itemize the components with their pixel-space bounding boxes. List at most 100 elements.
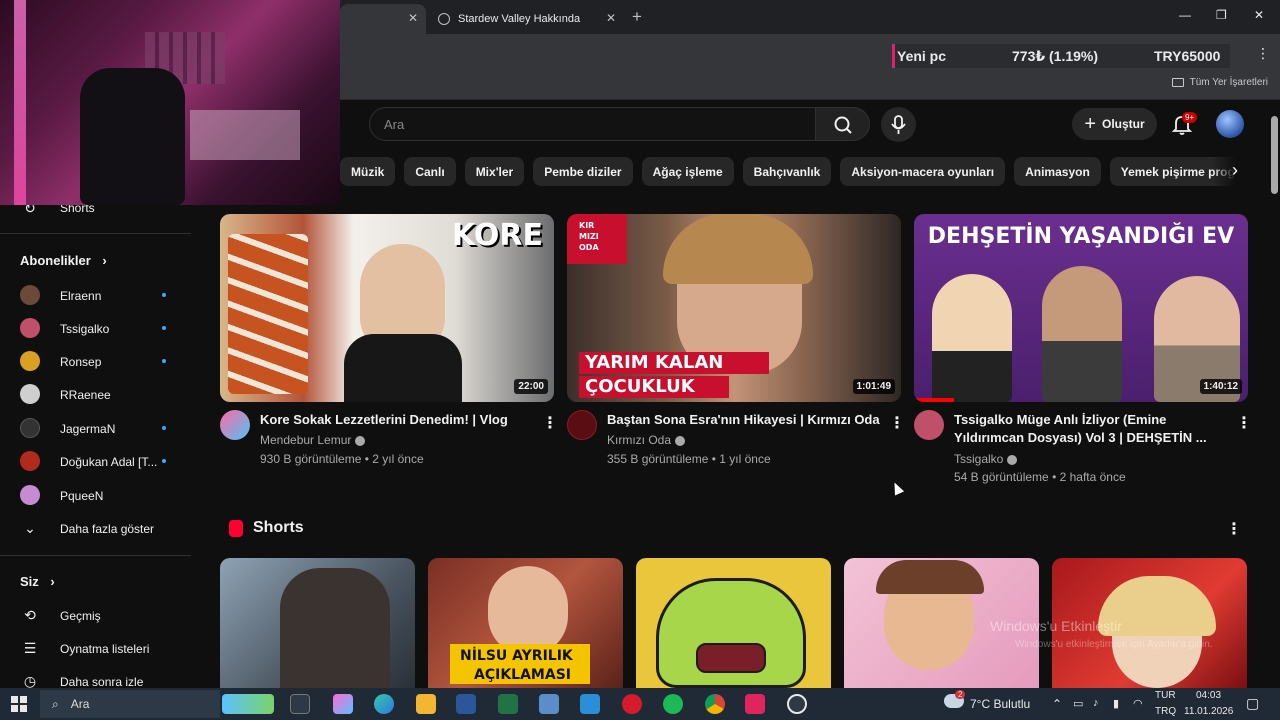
person-2 <box>1042 266 1122 402</box>
channel-name: Tssigalko <box>954 452 1004 466</box>
app-icon[interactable] <box>745 694 765 714</box>
sidebar-item-ronsep[interactable]: Ronsep <box>60 355 101 369</box>
minimize-icon[interactable]: — <box>1179 8 1191 22</box>
video-channel[interactable]: Tssigalko <box>954 452 1018 466</box>
browser-tab-stardew[interactable]: Stardew Valley Hakkında ✕ <box>428 4 624 34</box>
channel-avatar[interactable] <box>914 410 944 440</box>
sidebar-divider <box>0 233 191 234</box>
sidebar-item-dogukan-adal[interactable]: Doğukan Adal [T... <box>60 455 157 469</box>
close-window-icon[interactable]: ✕ <box>1254 8 1264 22</box>
new-content-dot <box>162 293 166 297</box>
sidebar-item-history[interactable]: Geçmiş <box>60 609 101 623</box>
short-thumbnail[interactable] <box>220 558 415 688</box>
webcam-overlay <box>0 0 340 205</box>
word-icon[interactable] <box>456 694 476 714</box>
clock-date[interactable]: 11.01.2026 <box>1184 706 1233 717</box>
chip-pembe-diziler[interactable]: Pembe diziler <box>533 157 633 186</box>
scrollbar-thumb[interactable] <box>1271 116 1278 194</box>
sidebar-item-tssigalko[interactable]: Tssigalko <box>60 322 109 336</box>
sidebar-item-jagerman[interactable]: JagermaN <box>60 422 115 436</box>
obs-icon[interactable] <box>787 694 807 714</box>
video-title[interactable]: Baştan Sona Esra'nın Hikayesi | Kırmızı … <box>607 411 880 429</box>
widgets-icon[interactable] <box>222 694 274 714</box>
avatar <box>20 384 40 404</box>
input-language[interactable]: TUR <box>1155 690 1176 701</box>
sidebar-item-watch-later[interactable]: Daha sonra izle <box>60 675 143 689</box>
account-avatar[interactable] <box>1216 110 1244 138</box>
battery-icon[interactable]: ▭ <box>1073 697 1083 710</box>
short-thumbnail[interactable]: NİLSU AYRILIK AÇIKLAMASI <box>428 558 623 688</box>
chip-agac-isleme[interactable]: Ağaç işleme <box>641 157 734 186</box>
clock-time[interactable]: 04:03 <box>1196 690 1221 701</box>
store-icon[interactable] <box>580 694 600 714</box>
microphone-icon[interactable]: ▮ <box>1113 697 1119 710</box>
video-title[interactable]: Kore Sokak Lezzetlerini Denedim! | Vlog <box>260 411 508 429</box>
video-title-line2[interactable]: Yıldırımcan Dosyası) Vol 3 | DEHŞETİN ..… <box>954 429 1207 447</box>
sidebar-item-elraenn[interactable]: Elraenn <box>60 289 101 303</box>
create-button[interactable]: + Oluştur <box>1072 108 1157 140</box>
video-channel[interactable]: Mendebur Lemur <box>260 433 366 447</box>
calculator-icon[interactable] <box>539 694 559 714</box>
more-options-icon[interactable]: ⋮ <box>542 413 558 433</box>
history-icon: ⟲ <box>24 607 36 623</box>
task-view-icon[interactable] <box>290 694 310 714</box>
chip-mixler[interactable]: Mix'ler <box>464 157 525 186</box>
thumb-title-dehsetin: DEHŞETİN YAŞANDIĞI EV <box>927 224 1235 249</box>
chip-aksiyon-macera[interactable]: Aksiyon-macera oyunları <box>840 157 1006 186</box>
video-thumbnail-kirmizi-oda[interactable]: KIR MIZI ODA YARIM KALAN ÇOCUKLUK 1:01:4… <box>567 214 901 402</box>
sidebar-item-pqueen[interactable]: PqueeN <box>60 489 103 503</box>
opera-icon[interactable] <box>622 694 642 714</box>
more-options-icon[interactable]: ⋮ <box>889 413 905 433</box>
chip-animasyon[interactable]: Animasyon <box>1014 157 1101 186</box>
show-more-button[interactable]: Daha fazla göster <box>60 522 154 536</box>
all-bookmarks-button[interactable]: Tüm Yer İşaretleri <box>1171 77 1268 88</box>
sidebar-item-rraenee[interactable]: RRaenee <box>60 388 111 402</box>
avatar <box>20 485 40 505</box>
chip-canli[interactable]: Canlı <box>404 157 456 186</box>
chip-muzik[interactable]: Müzik <box>340 157 396 186</box>
chevron-right-icon[interactable]: › <box>1232 160 1238 181</box>
taskbar-search[interactable]: ⌕ Ara <box>40 690 220 718</box>
weather-widget[interactable]: 7°C Bulutlu <box>970 697 1030 711</box>
file-explorer-icon[interactable] <box>416 694 436 714</box>
close-tab-icon[interactable]: ✕ <box>408 11 418 25</box>
notification-center-icon[interactable]: ▢ <box>1246 695 1259 712</box>
maximize-icon[interactable]: ❐ <box>1216 8 1227 22</box>
search-icon: ⌕ <box>52 696 59 711</box>
copilot-icon[interactable] <box>333 694 353 714</box>
search-button[interactable] <box>815 107 870 141</box>
video-duration: 22:00 <box>514 379 548 394</box>
browser-tab-active[interactable]: ✕ <box>340 4 426 34</box>
more-options-icon[interactable]: ⋮ <box>1236 413 1252 433</box>
video-thumbnail-dehsetin[interactable]: DEHŞETİN YAŞANDIĞI EV 1:40:12 <box>914 214 1248 402</box>
video-title-line1[interactable]: Tssigalko Müge Anlı İzliyor (Emine <box>954 411 1166 429</box>
excel-icon[interactable] <box>498 694 518 714</box>
channel-avatar[interactable] <box>567 410 597 440</box>
cartoon-mouth <box>696 643 766 673</box>
video-thumbnail-kore[interactable]: KORE 22:00 <box>220 214 554 402</box>
chip-bahcivanlik[interactable]: Bahçıvanlık <box>742 157 832 186</box>
subscriptions-header[interactable]: Abonelikler › <box>20 253 107 268</box>
chevron-up-icon[interactable]: ⌃ <box>1052 697 1062 711</box>
close-tab-icon[interactable]: ✕ <box>606 11 616 25</box>
windows-start-icon[interactable] <box>11 696 27 712</box>
menu-dots-icon[interactable]: ⋮ <box>1256 45 1270 62</box>
new-tab-button[interactable]: + <box>632 7 642 27</box>
search-input[interactable]: Ara <box>369 107 816 141</box>
edge-icon[interactable] <box>374 694 394 714</box>
more-options-icon[interactable]: ⋮ <box>1226 519 1242 539</box>
chrome-icon[interactable] <box>705 694 725 714</box>
spotify-icon[interactable] <box>663 694 683 714</box>
video-meta: 54 B görüntüleme • 2 hafta önce <box>954 470 1126 484</box>
volume-icon[interactable]: ♪ <box>1093 697 1099 709</box>
wifi-icon[interactable]: ◠ <box>1133 697 1143 710</box>
channel-avatar[interactable] <box>220 410 250 440</box>
voice-search-button[interactable] <box>881 107 916 142</box>
short-thumbnail[interactable] <box>636 558 831 688</box>
you-header[interactable]: Siz › <box>20 574 55 589</box>
shorts-logo-icon <box>229 520 243 537</box>
keyboard-layout[interactable]: TRQ <box>1155 706 1176 717</box>
sidebar-item-playlists[interactable]: Oynatma listeleri <box>60 642 149 656</box>
chip-fade <box>1212 152 1270 192</box>
video-channel[interactable]: Kırmızı Oda <box>607 433 686 447</box>
